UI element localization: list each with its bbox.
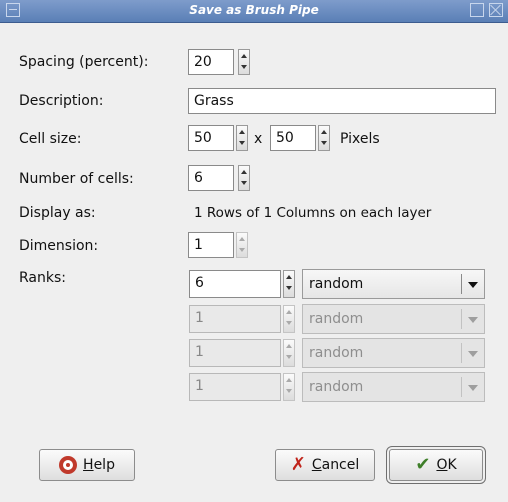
cell-height-input[interactable]: 50 — [270, 125, 316, 151]
chevron-down-icon — [468, 282, 478, 288]
window-title: Save as Brush Pipe — [189, 3, 319, 17]
dimension-label: Dimension: — [19, 238, 99, 254]
ok-label: OK — [436, 457, 457, 473]
cell-width-spin-buttons[interactable] — [236, 125, 248, 151]
rank-3-spin-buttons[interactable] — [283, 339, 295, 367]
cancel-icon: ✗ — [290, 454, 306, 475]
cell-height-spin-buttons[interactable] — [318, 125, 330, 151]
rank-1-mode-dropdown[interactable]: random — [302, 269, 485, 299]
rank-2-mode-value: random — [309, 311, 364, 327]
cell-width-input[interactable]: 50 — [188, 125, 234, 151]
help-button[interactable]: Help — [39, 449, 135, 481]
rank-3-input[interactable]: 1 — [189, 339, 281, 367]
rank-1-input[interactable]: 6 — [189, 270, 281, 298]
num-cells-spin-buttons[interactable] — [238, 165, 250, 191]
rank-3-mode-value: random — [309, 345, 364, 361]
rank-4-input[interactable]: 1 — [189, 373, 281, 401]
help-icon — [59, 456, 78, 474]
description-label: Description: — [19, 93, 104, 109]
rank-4-mode-value: random — [309, 379, 364, 395]
help-label: Help — [83, 457, 115, 473]
ok-icon: ✔ — [415, 454, 431, 475]
dimension-spin-buttons[interactable] — [236, 232, 248, 258]
cell-size-separator: x — [254, 131, 263, 147]
num-cells-label: Number of cells: — [19, 171, 134, 187]
rank-4-spin-buttons[interactable] — [283, 373, 295, 401]
description-input[interactable]: Grass — [188, 88, 496, 114]
display-as-label: Display as: — [19, 205, 96, 221]
rank-2-spin-buttons[interactable] — [283, 305, 295, 333]
chevron-down-icon — [468, 317, 478, 323]
ok-button[interactable]: ✔ OK — [386, 446, 486, 484]
maximize-icon[interactable] — [470, 3, 484, 17]
chevron-down-icon — [468, 385, 478, 391]
save-as-brush-pipe-dialog: Save as Brush Pipe Spacing (percent): 20… — [0, 0, 508, 502]
title-bar[interactable]: Save as Brush Pipe — [0, 0, 508, 23]
spacing-spin-buttons[interactable] — [238, 49, 250, 75]
rank-3-mode-dropdown[interactable]: random — [302, 338, 485, 368]
rank-1-mode-value: random — [309, 276, 364, 292]
rank-1-spin-buttons[interactable] — [283, 270, 295, 298]
spacing-input[interactable]: 20 — [188, 49, 234, 75]
rank-4-mode-dropdown[interactable]: random — [302, 372, 485, 402]
chevron-down-icon — [468, 351, 478, 357]
cancel-button[interactable]: ✗ Cancel — [275, 449, 375, 481]
ranks-label: Ranks: — [19, 270, 66, 286]
close-icon[interactable] — [489, 3, 503, 17]
dimension-input[interactable]: 1 — [188, 232, 234, 258]
cell-size-label: Cell size: — [19, 131, 82, 147]
rank-2-input[interactable]: 1 — [189, 305, 281, 333]
cell-size-unit: Pixels — [340, 131, 380, 147]
display-as-value: 1 Rows of 1 Columns on each layer — [194, 205, 432, 221]
num-cells-input[interactable]: 6 — [188, 165, 234, 191]
rank-2-mode-dropdown[interactable]: random — [302, 304, 485, 334]
cancel-label: Cancel — [311, 457, 360, 473]
spacing-label: Spacing (percent): — [19, 54, 149, 70]
